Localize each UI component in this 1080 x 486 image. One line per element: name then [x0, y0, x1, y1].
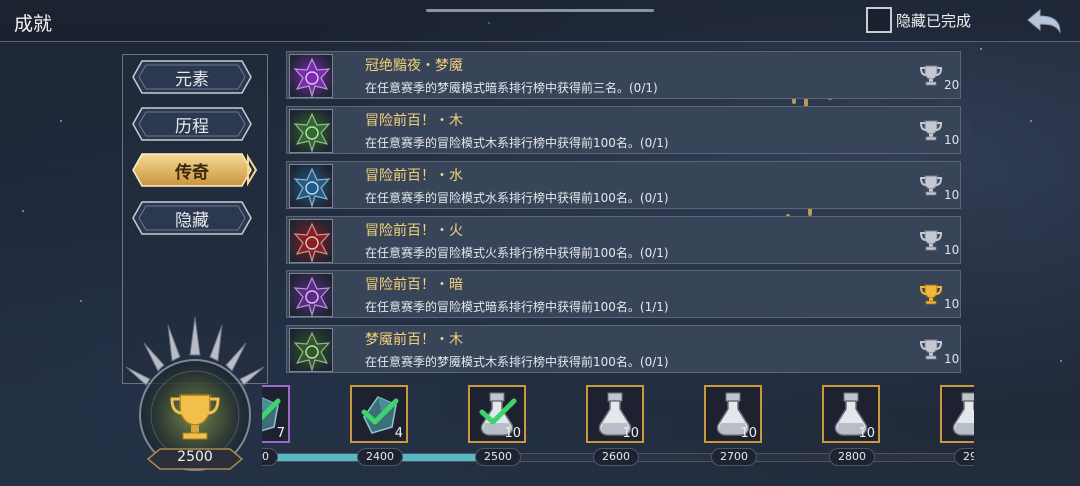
tab-elements[interactable]: 元素 [132, 60, 252, 94]
back-button[interactable] [1024, 6, 1064, 36]
dark-element-icon [289, 273, 333, 318]
achievement-row[interactable]: 冒险前百！・火 在任意赛季的冒险模式火系排行榜中获得前100名。(0/1) 10 [286, 216, 961, 264]
dark-element-icon [289, 54, 333, 99]
tab-label: 隐藏 [175, 210, 209, 231]
achievement-row[interactable]: 冠绝黯夜・梦魇 在任意赛季的梦魇模式暗系排行榜中获得前三名。(0/1) 20 [286, 51, 961, 99]
achievement-title: 梦魇前百！・木 [365, 332, 463, 348]
achievement-points: 10 [944, 133, 960, 147]
top-bar: 成就 隐藏已完成 [0, 0, 1080, 42]
silver-trophy-icon [919, 64, 943, 86]
page-title: 成就 [14, 13, 53, 35]
achievement-row[interactable]: 冒险前百！・木 在任意赛季的冒险模式木系排行榜中获得前100名。(0/1) 10 [286, 106, 961, 154]
achievement-row[interactable]: 冒险前百！・暗 在任意赛季的冒险模式暗系排行榜中获得前100名。(1/1) 10 [286, 270, 961, 318]
star [1060, 360, 1062, 362]
achievement-description: 在任意赛季的冒险模式暗系排行榜中获得前100名。(1/1) [365, 300, 669, 314]
hide-completed-toggle[interactable]: 隐藏已完成 [866, 7, 971, 33]
milestone-label: 00 [262, 448, 278, 466]
achievement-title: 冠绝黯夜・梦魇 [365, 58, 463, 74]
total-points: 2500 [177, 449, 213, 465]
gold-trophy-icon [919, 283, 943, 305]
checkmark-icon [361, 398, 399, 425]
achievement-row[interactable]: 梦魇前百！・木 在任意赛季的梦魇模式木系排行榜中获得前100名。(0/1) 10 [286, 325, 961, 373]
achievement-description: 在任意赛季的冒险模式火系排行榜中获得前100名。(0/1) [365, 246, 669, 260]
tab-hidden[interactable]: 隐藏 [132, 201, 252, 235]
star [60, 120, 62, 122]
achievement-points: 10 [944, 243, 960, 257]
reward-slot[interactable]: 10 [586, 385, 644, 443]
tab-journey[interactable]: 历程 [132, 107, 252, 141]
silver-trophy-icon [919, 119, 943, 141]
achievement-title: 冒险前百！・木 [365, 113, 463, 129]
star [980, 48, 982, 50]
reward-count: 10 [740, 426, 757, 441]
achievement-points: 10 [944, 188, 960, 202]
silver-trophy-icon [919, 229, 943, 251]
checkmark-icon [479, 398, 517, 425]
water-element-icon [289, 164, 333, 209]
hide-completed-label: 隐藏已完成 [896, 11, 972, 30]
reward-slot[interactable]: 4 [350, 385, 408, 443]
reward-count: 4 [394, 426, 403, 441]
star [1030, 120, 1032, 122]
achievement-points: 10 [944, 297, 960, 311]
drag-handle[interactable] [426, 9, 654, 12]
achievement-description: 在任意赛季的梦魇模式暗系排行榜中获得前三名。(0/1) [365, 81, 658, 95]
reward-count: 7 [276, 426, 285, 441]
achievement-title: 冒险前百！・火 [365, 223, 463, 239]
potion-reward-icon [952, 392, 974, 436]
wood-element-icon [289, 328, 333, 373]
reward-slot[interactable]: 7 [262, 385, 290, 443]
achievement-points: 20 [944, 78, 960, 92]
reward-slot[interactable] [940, 385, 974, 443]
achievement-description: 在任意赛季的梦魇模式木系排行榜中获得前100名。(0/1) [365, 355, 669, 369]
reward-count: 10 [622, 426, 639, 441]
silver-trophy-icon [919, 338, 943, 360]
reward-count: 10 [858, 426, 875, 441]
tab-label: 传奇 [175, 162, 209, 183]
tab-legend[interactable]: 传奇 [132, 153, 258, 187]
milestone-label: 29 [954, 448, 974, 466]
tab-label: 历程 [175, 116, 209, 137]
silver-trophy-icon [919, 174, 943, 196]
achievement-title: 冒险前百！・暗 [365, 277, 463, 293]
back-arrow-icon [1027, 8, 1061, 34]
checkmark-icon [262, 398, 281, 421]
reward-slot[interactable]: 10 [822, 385, 880, 443]
achievement-points: 10 [944, 352, 960, 366]
milestone-label: 2700 [711, 448, 757, 466]
achievement-description: 在任意赛季的冒险模式水系排行榜中获得前100名。(0/1) [365, 191, 669, 205]
star [80, 300, 82, 302]
achievement-description: 在任意赛季的冒险模式木系排行榜中获得前100名。(0/1) [365, 136, 669, 150]
milestone-label: 2800 [829, 448, 875, 466]
reward-count: 10 [504, 426, 521, 441]
milestone-label: 2400 [357, 448, 403, 466]
tab-label: 元素 [175, 69, 209, 90]
reward-slot[interactable]: 10 [468, 385, 526, 443]
achievement-title: 冒险前百！・水 [365, 168, 463, 184]
achievement-row[interactable]: 冒险前百！・水 在任意赛季的冒险模式水系排行榜中获得前100名。(0/1) 10 [286, 161, 961, 209]
wood-element-icon [289, 109, 333, 154]
milestone-label: 2500 [475, 448, 521, 466]
hide-completed-checkbox[interactable] [866, 7, 892, 33]
star [22, 210, 24, 212]
milestone-label: 2600 [593, 448, 639, 466]
reward-strip[interactable]: 00 2400 2500 2600 2700 2800 29 7 4 10 10 10 [262, 382, 974, 486]
reward-slot[interactable]: 10 [704, 385, 762, 443]
fire-element-icon [289, 219, 333, 264]
